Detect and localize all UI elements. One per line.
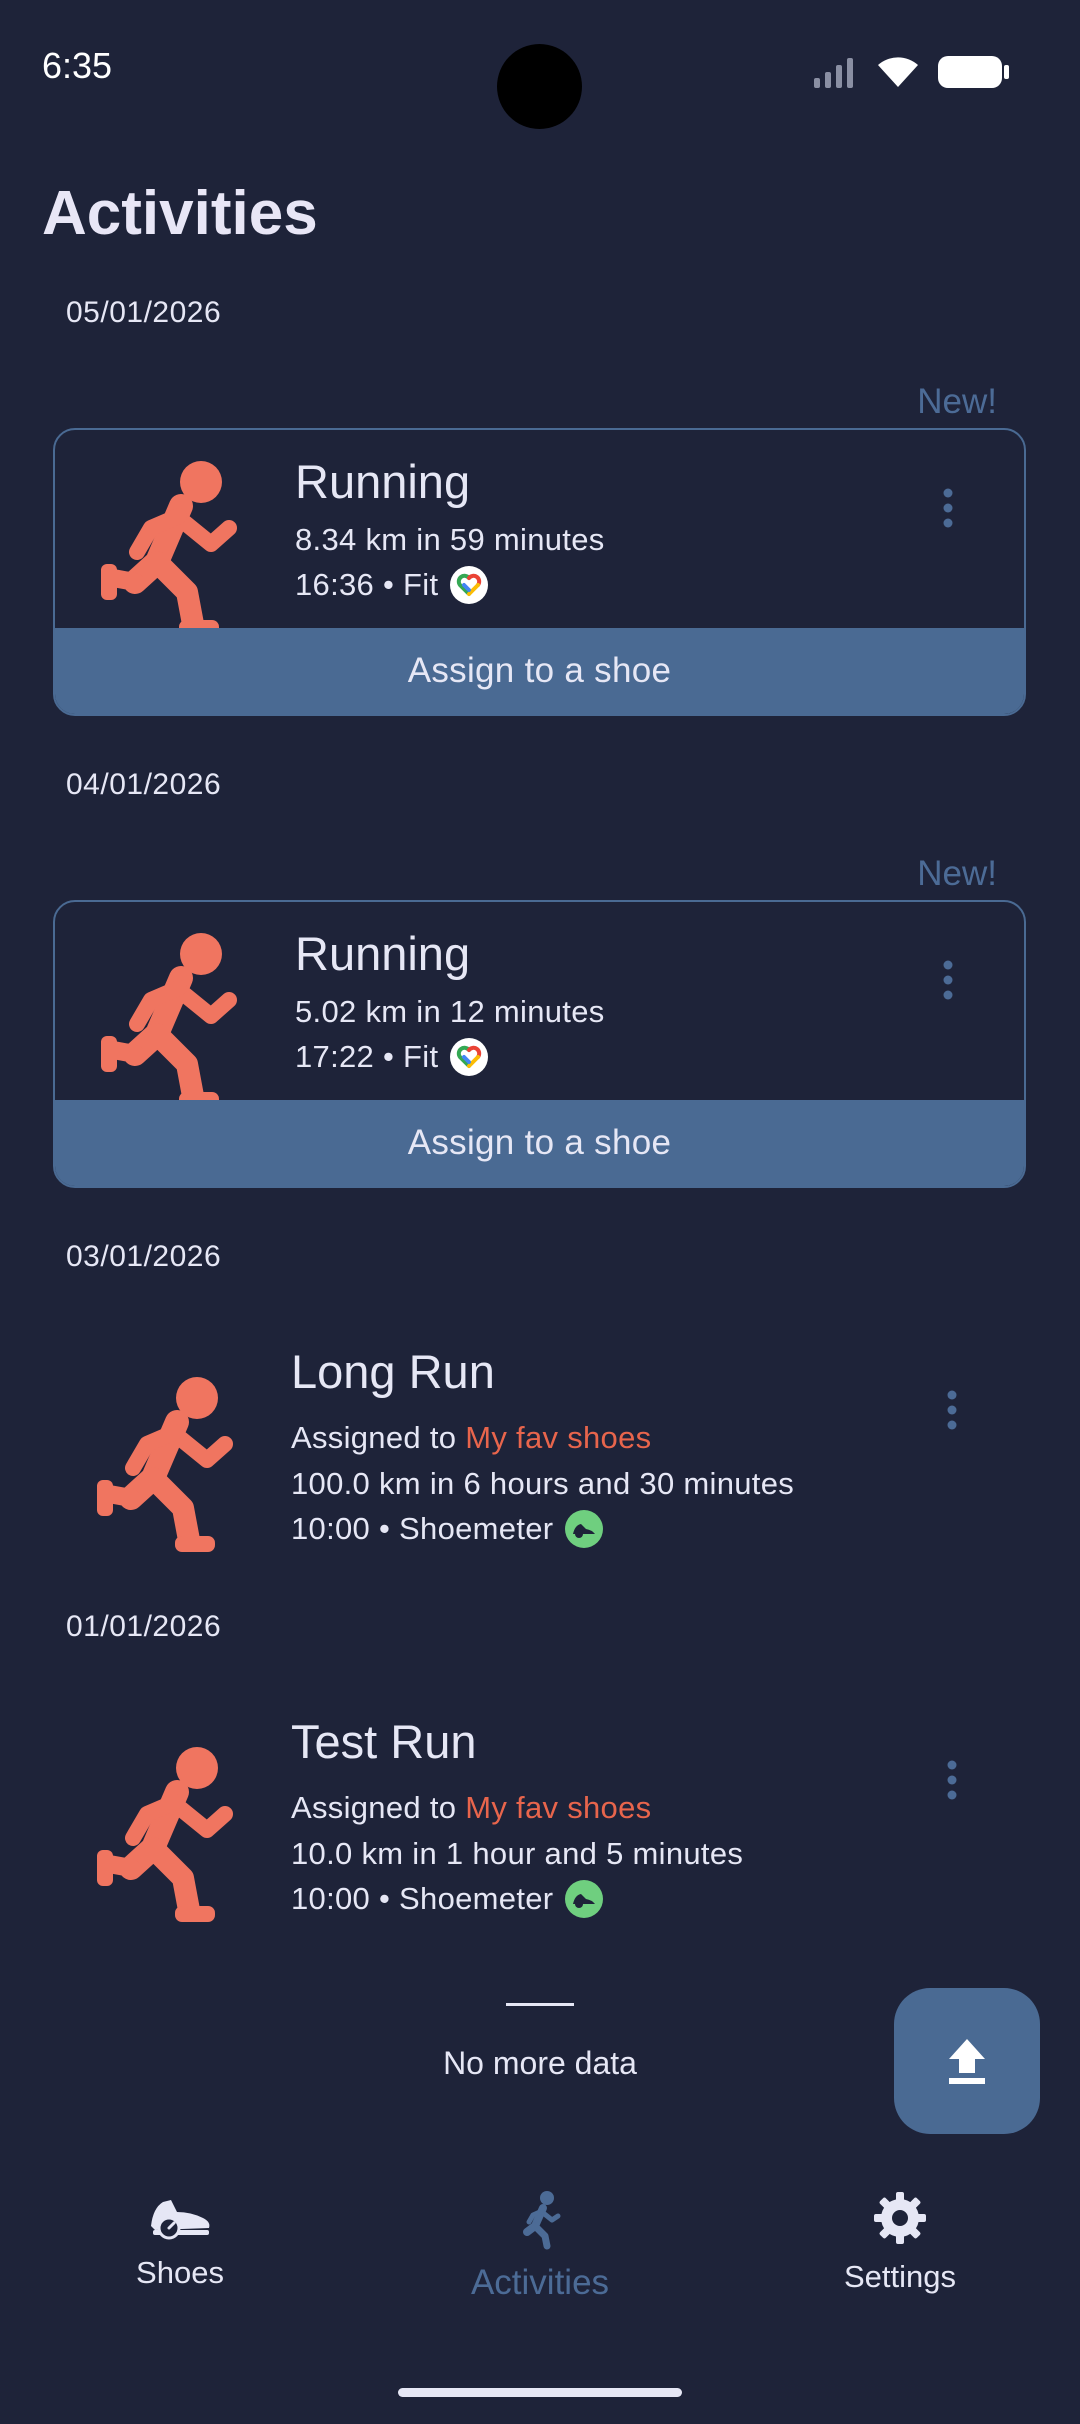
nav-settings-label: Settings <box>843 2259 956 2294</box>
more-vert-icon[interactable] <box>942 488 954 528</box>
assigned-prefix: Assigned to <box>291 1420 457 1455</box>
camera-cutout <box>497 44 582 129</box>
assign-to-shoe-button[interactable]: Assign to a shoe <box>55 628 1024 714</box>
activity-summary: 8.34 km in 59 minutes <box>295 522 605 557</box>
activity-title: Test Run <box>291 1715 477 1768</box>
upload-fab[interactable] <box>894 1988 1040 2134</box>
shoe-icon <box>151 2200 210 2240</box>
assign-to-shoe-button[interactable]: Assign to a shoe <box>55 1100 1024 1186</box>
runner-icon <box>101 933 237 1108</box>
date-header: 04/01/2026 <box>66 768 222 801</box>
shoemeter-icon <box>565 1510 604 1548</box>
date-header: 05/01/2026 <box>66 296 222 329</box>
list-end-divider <box>506 2003 574 2006</box>
signal-icon <box>814 58 853 88</box>
activity-meta: 10:00 • Shoemeter <box>291 1880 604 1918</box>
runner-icon <box>97 1747 233 1922</box>
runner-icon <box>97 1377 233 1552</box>
assigned-shoe-link[interactable]: My fav shoes <box>465 1790 651 1825</box>
activity-summary: 100.0 km in 6 hours and 30 minutes <box>291 1466 795 1501</box>
shoemeter-icon <box>565 1880 604 1918</box>
nav-activities[interactable]: Activities <box>390 2190 690 2303</box>
activity-time-source: 16:36 • Fit <box>295 567 439 602</box>
bottom-navigation: Shoes Activities Settings <box>0 2190 1080 2350</box>
activity-card[interactable]: Running 8.34 km in 59 minutes 16:36 • Fi… <box>53 428 1026 716</box>
more-vert-icon[interactable] <box>946 1390 958 1430</box>
home-indicator <box>398 2388 682 2397</box>
new-badge: New! <box>917 382 997 421</box>
status-time: 6:35 <box>42 45 113 86</box>
page-title: Activities <box>42 179 318 248</box>
activity-summary: 10.0 km in 1 hour and 5 minutes <box>291 1836 744 1871</box>
nav-settings[interactable]: Settings <box>750 2190 1050 2295</box>
running-icon <box>523 2191 561 2250</box>
more-vert-icon[interactable] <box>946 1760 958 1800</box>
gear-icon <box>874 2192 926 2244</box>
activity-title: Running <box>295 455 471 508</box>
assigned-line: Assigned to My fav shoes <box>291 1420 651 1456</box>
activity-title: Running <box>295 927 471 980</box>
google-fit-icon <box>450 566 489 604</box>
activity-meta: 17:22 • Fit <box>295 1038 489 1076</box>
assigned-prefix: Assigned to <box>291 1790 457 1825</box>
activity-summary: 5.02 km in 12 minutes <box>295 994 605 1029</box>
battery-icon <box>938 56 1009 88</box>
nav-activities-label: Activities <box>470 2263 610 2302</box>
status-icons <box>812 52 1010 92</box>
activity-card[interactable]: Running 5.02 km in 12 minutes 17:22 • Fi… <box>53 900 1026 1188</box>
assigned-shoe-link[interactable]: My fav shoes <box>465 1420 651 1455</box>
activity-list-item[interactable]: Test Run Assigned to My fav shoes 10.0 k… <box>53 1710 1026 1970</box>
activity-list-item[interactable]: Long Run Assigned to My fav shoes 100.0 … <box>53 1340 1026 1600</box>
activity-time-source: 17:22 • Fit <box>295 1039 439 1074</box>
activity-meta: 10:00 • Shoemeter <box>291 1510 604 1548</box>
activity-title: Long Run <box>291 1345 495 1398</box>
google-fit-icon <box>450 1038 489 1076</box>
nav-shoes-label: Shoes <box>136 2255 224 2290</box>
activity-meta: 16:36 • Fit <box>295 566 489 604</box>
activity-time-source: 10:00 • Shoemeter <box>291 1511 554 1546</box>
date-header: 01/01/2026 <box>66 1610 222 1643</box>
wifi-icon <box>878 57 918 87</box>
new-badge: New! <box>917 854 997 893</box>
assigned-line: Assigned to My fav shoes <box>291 1790 651 1826</box>
date-header: 03/01/2026 <box>66 1240 222 1273</box>
nav-shoes[interactable]: Shoes <box>30 2190 330 2291</box>
activity-time-source: 10:00 • Shoemeter <box>291 1881 554 1916</box>
runner-icon <box>101 461 237 636</box>
upload-icon <box>949 2039 985 2084</box>
more-vert-icon[interactable] <box>942 960 954 1000</box>
